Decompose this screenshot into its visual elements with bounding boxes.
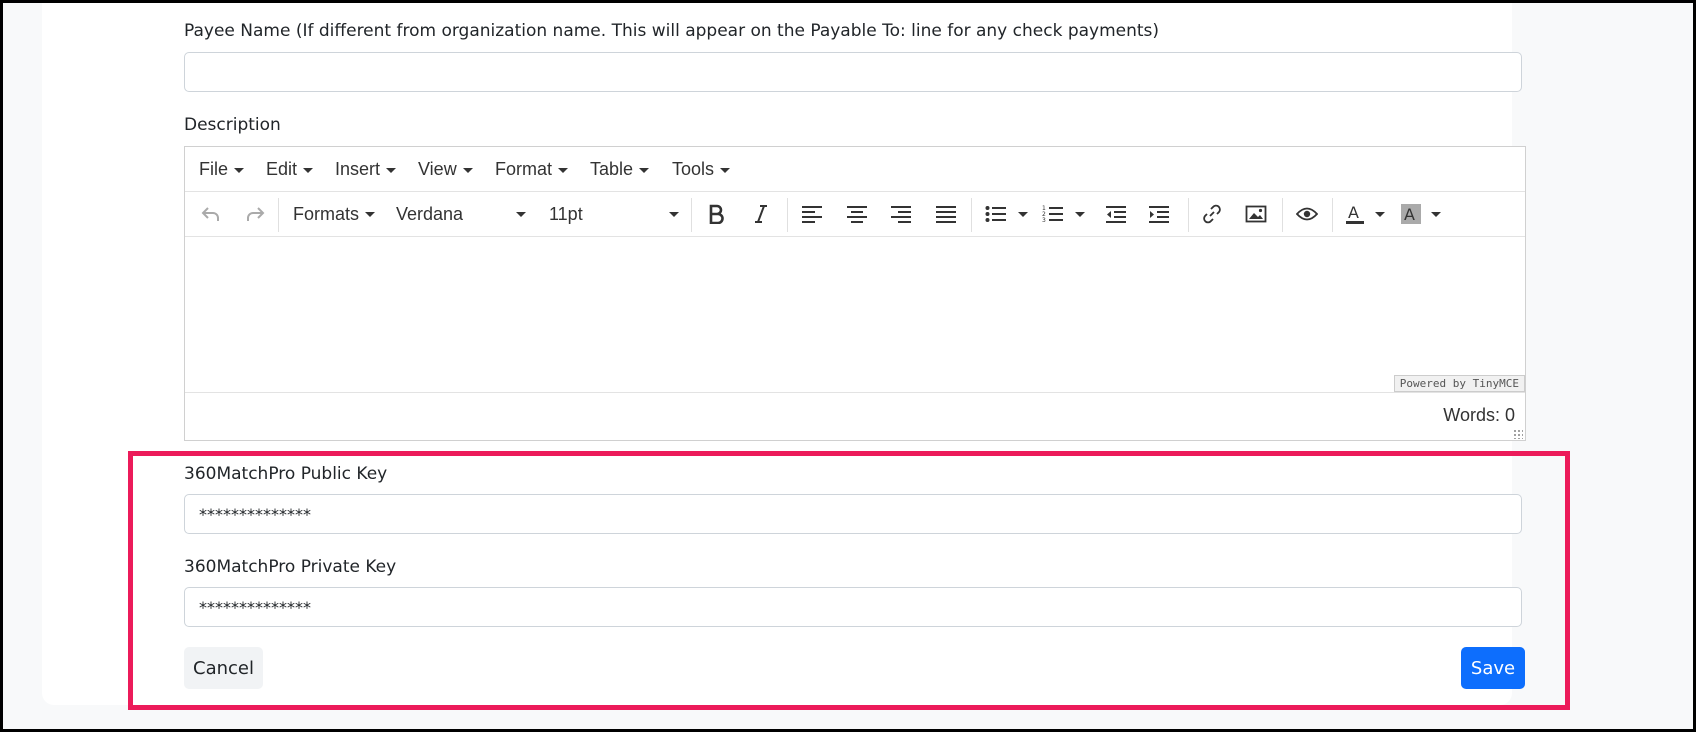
caret-down-icon [669, 211, 679, 217]
payee-name-input[interactable] [184, 52, 1522, 92]
toolbar-separator [1282, 198, 1283, 232]
text-color-button[interactable]: A [1340, 192, 1370, 236]
italic-button[interactable] [744, 192, 778, 236]
menu-insert[interactable]: Insert [335, 159, 397, 180]
font-family-dropdown[interactable]: Verdana [396, 192, 526, 236]
rich-text-editor: File Edit Insert View Format Table Tools… [184, 146, 1526, 441]
italic-icon [755, 205, 767, 223]
background-color-icon: A [1401, 204, 1421, 224]
caret-down-icon [1075, 211, 1085, 217]
toolbar-separator [691, 198, 692, 232]
caret-down-icon [516, 211, 526, 217]
caret-down-icon [639, 167, 650, 173]
insert-link-button[interactable] [1195, 192, 1229, 236]
editor-toolbar: Formats Verdana 11pt 1 2 3 A A [185, 192, 1525, 237]
insert-image-button[interactable] [1239, 192, 1273, 236]
resize-handle-icon[interactable] [1513, 429, 1523, 439]
background-color-button[interactable]: A [1396, 192, 1426, 236]
svg-text:3: 3 [1042, 217, 1046, 224]
redo-icon [247, 207, 265, 221]
align-left-icon [802, 206, 822, 223]
font-size-dropdown[interactable]: 11pt [549, 192, 679, 236]
menu-edit[interactable]: Edit [266, 159, 314, 180]
outdent-button[interactable] [1099, 192, 1133, 236]
editor-content-area[interactable] [185, 237, 1525, 391]
bullet-list-button[interactable] [979, 192, 1013, 236]
outdent-icon [1106, 206, 1126, 223]
indent-icon [1149, 206, 1169, 223]
caret-down-icon [720, 167, 731, 173]
text-color-icon: A [1346, 203, 1364, 224]
toolbar-separator [971, 198, 972, 232]
menu-table[interactable]: Table [590, 159, 650, 180]
undo-icon [201, 207, 219, 221]
public-key-input[interactable] [184, 494, 1522, 534]
toolbar-separator [787, 198, 788, 232]
numbered-list-icon: 123 [1042, 205, 1063, 224]
align-left-button[interactable] [795, 192, 829, 236]
menu-view[interactable]: View [418, 159, 473, 180]
align-justify-button[interactable] [929, 192, 963, 236]
save-button[interactable]: Save [1461, 647, 1525, 689]
indent-button[interactable] [1142, 192, 1176, 236]
toolbar-separator [1188, 198, 1189, 232]
bullet-list-icon [985, 206, 1006, 222]
caret-down-icon [303, 167, 314, 173]
caret-down-icon [234, 167, 245, 173]
text-color-dropdown[interactable] [1372, 192, 1388, 236]
align-center-button[interactable] [840, 192, 874, 236]
private-key-label: 360MatchPro Private Key [184, 557, 397, 577]
menu-format[interactable]: Format [495, 159, 569, 180]
toolbar-separator [278, 198, 279, 232]
private-key-input[interactable] [184, 587, 1522, 627]
preview-button[interactable] [1290, 192, 1324, 236]
bold-icon [709, 204, 724, 224]
editor-menubar: File Edit Insert View Format Table Tools [185, 147, 1525, 192]
formats-dropdown[interactable]: Formats [293, 192, 377, 236]
caret-down-icon [386, 167, 397, 173]
powered-by-tinymce[interactable]: Powered by TinyMCE [1393, 375, 1525, 392]
link-icon [1203, 204, 1221, 224]
caret-down-icon [1375, 211, 1385, 217]
numbered-list-dropdown[interactable] [1072, 192, 1088, 236]
redo-button[interactable] [239, 192, 271, 236]
caret-down-icon [462, 167, 473, 173]
bold-button[interactable] [699, 192, 733, 236]
payee-name-label: Payee Name (If different from organizati… [184, 21, 1160, 41]
menu-tools[interactable]: Tools [672, 159, 731, 180]
bullet-list-dropdown[interactable] [1015, 192, 1031, 236]
align-right-button[interactable] [884, 192, 918, 236]
caret-down-icon [365, 211, 376, 217]
svg-text:A: A [1348, 203, 1359, 222]
undo-button[interactable] [195, 192, 227, 236]
image-icon [1245, 205, 1267, 223]
description-label: Description [184, 115, 281, 135]
numbered-list-button[interactable]: 123 [1036, 192, 1070, 236]
align-right-icon [891, 206, 911, 223]
word-count: Words: 0 [1443, 405, 1515, 425]
editor-statusbar: Words: 0 [185, 392, 1525, 441]
caret-down-icon [1018, 211, 1028, 217]
caret-down-icon [558, 167, 569, 173]
public-key-label: 360MatchPro Public Key [184, 464, 388, 484]
cancel-button[interactable]: Cancel [184, 647, 263, 689]
background-color-dropdown[interactable] [1428, 192, 1444, 236]
align-justify-icon [936, 206, 956, 223]
svg-text:A: A [1404, 205, 1415, 224]
caret-down-icon [1431, 211, 1441, 217]
align-center-icon [847, 206, 867, 223]
toolbar-separator [1332, 198, 1333, 232]
menu-file[interactable]: File [199, 159, 245, 180]
eye-icon [1296, 207, 1318, 221]
